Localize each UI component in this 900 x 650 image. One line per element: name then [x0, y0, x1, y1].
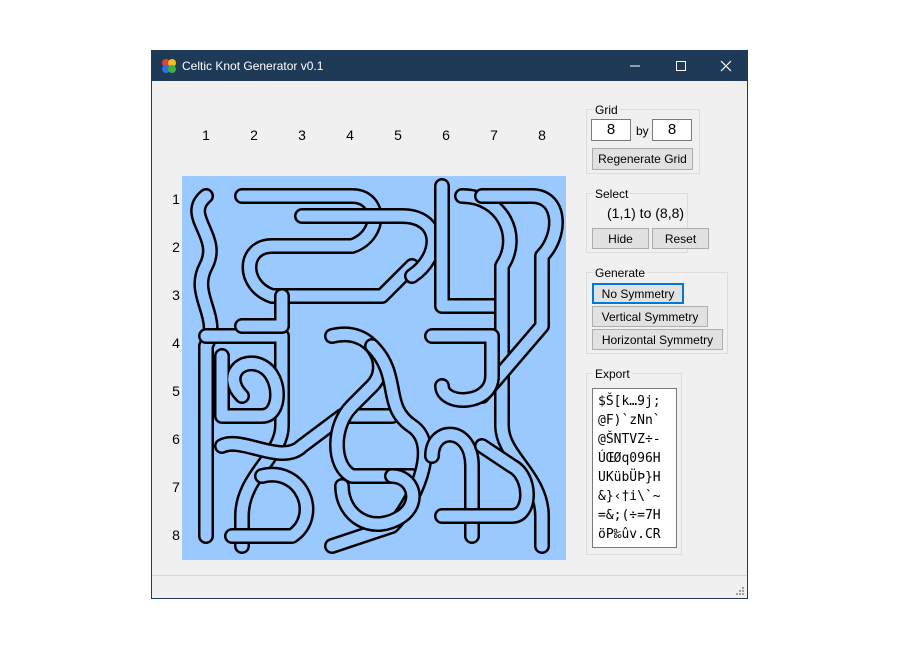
minimize-icon: [630, 65, 640, 67]
status-bar: [152, 575, 747, 598]
grid-width-input[interactable]: 8: [591, 119, 631, 141]
maximize-icon: [676, 61, 686, 71]
export-textbox[interactable]: $Š[k…9j; @F)`zNn` @ŠNTVZ÷- ÚŒØq096H UKüb…: [592, 388, 677, 548]
grid-group: Grid 8 by 8 Regenerate Grid: [586, 103, 700, 174]
column-label-8: 8: [538, 127, 546, 143]
hide-button[interactable]: Hide: [592, 228, 649, 249]
minimize-button[interactable]: [612, 51, 658, 81]
regenerate-grid-button[interactable]: Regenerate Grid: [592, 148, 693, 170]
knot-drawing: [190, 178, 564, 554]
column-label-7: 7: [490, 127, 498, 143]
knot-canvas-area: 12345678 12345678: [152, 81, 582, 576]
generate-group: Generate No Symmetry Vertical Symmetry H…: [586, 266, 728, 354]
select-group-title: Select: [593, 187, 631, 201]
column-label-2: 2: [250, 127, 258, 143]
app-icon: [162, 59, 176, 73]
knot-strand: [426, 330, 498, 406]
select-group: Select (1,1) to (8,8) Hide Reset: [586, 187, 709, 253]
generate-group-title: Generate: [593, 266, 648, 280]
maximize-button[interactable]: [658, 51, 704, 81]
column-label-4: 4: [346, 127, 354, 143]
vertical-symmetry-button[interactable]: Vertical Symmetry: [592, 306, 708, 327]
horizontal-symmetry-button[interactable]: Horizontal Symmetry: [592, 329, 723, 350]
close-button[interactable]: [703, 51, 749, 81]
by-label: by: [636, 124, 649, 138]
grid-group-title: Grid: [593, 103, 620, 117]
window-title: Celtic Knot Generator v0.1: [182, 59, 324, 73]
close-icon: [720, 60, 732, 72]
column-label-3: 3: [298, 127, 306, 143]
column-label-1: 1: [202, 127, 210, 143]
export-group-title: Export: [593, 367, 632, 381]
no-symmetry-button[interactable]: No Symmetry: [592, 283, 684, 304]
column-label-5: 5: [394, 127, 402, 143]
title-bar[interactable]: Celtic Knot Generator v0.1: [152, 51, 747, 81]
export-group: Export $Š[k…9j; @F)`zNn` @ŠNTVZ÷- ÚŒØq09…: [586, 367, 682, 555]
column-label-6: 6: [442, 127, 450, 143]
app-window: Celtic Knot Generator v0.1 12345678 1234…: [151, 50, 748, 599]
selection-range: (1,1) to (8,8): [607, 205, 685, 221]
knot-canvas[interactable]: [182, 176, 566, 560]
reset-button[interactable]: Reset: [652, 228, 709, 249]
resize-grip-icon[interactable]: [735, 586, 745, 596]
grid-height-input[interactable]: 8: [652, 119, 692, 141]
